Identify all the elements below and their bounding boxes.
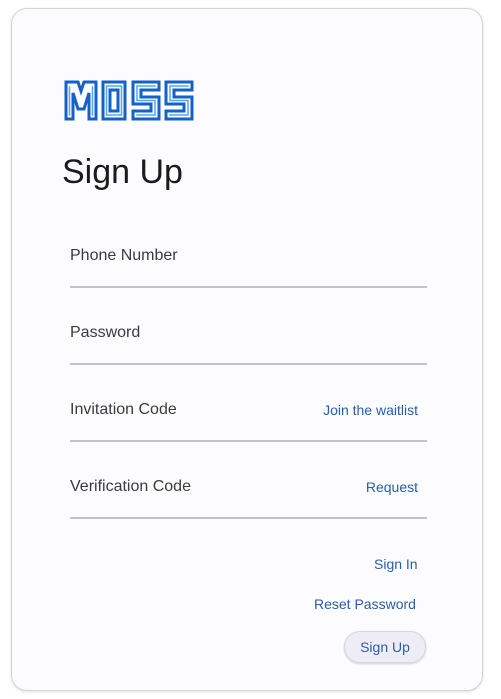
password-field — [70, 313, 427, 365]
invitation-code-field: Join the waitlist — [70, 390, 427, 442]
invitation-code-underline — [70, 440, 427, 442]
request-code-link[interactable]: Request — [366, 479, 418, 495]
moss-logo-graphic — [64, 80, 194, 121]
sign-in-link[interactable]: Sign In — [374, 556, 418, 572]
password-input[interactable] — [70, 313, 310, 353]
verification-code-field: Request — [70, 467, 427, 519]
invitation-code-input[interactable] — [70, 390, 310, 430]
phone-number-underline — [70, 286, 427, 288]
reset-password-link[interactable]: Reset Password — [314, 596, 416, 612]
phone-number-field — [70, 236, 427, 288]
sign-up-button[interactable]: Sign Up — [344, 631, 426, 663]
join-waitlist-link[interactable]: Join the waitlist — [323, 402, 418, 418]
page-title: Sign Up — [62, 153, 183, 191]
phone-number-input[interactable] — [70, 236, 310, 276]
verification-code-underline — [70, 517, 427, 519]
password-underline — [70, 363, 427, 365]
verification-code-input[interactable] — [70, 467, 310, 507]
moss-logo — [63, 79, 195, 121]
